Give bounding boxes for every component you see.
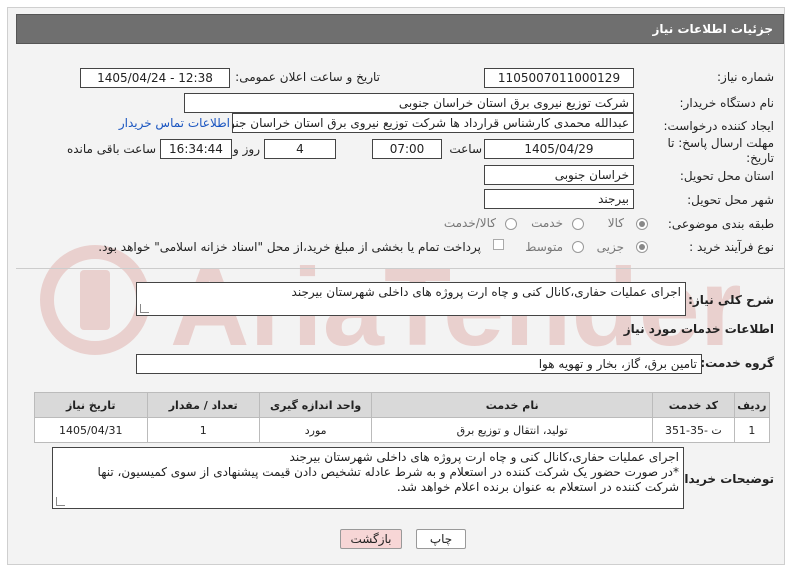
category-option-goods: کالا [607, 216, 624, 230]
summary-field: اجرای عملیات حفاری،کانال کنی و چاه ارت پ… [136, 282, 686, 316]
buyer-notes-label: توضیحات خریدار: [672, 472, 774, 486]
table-row: 1 ت -35-351 تولید، انتقال و توزیع برق مو… [34, 417, 771, 443]
buyer-contact-link[interactable]: اطلاعات تماس خریدار [119, 116, 230, 130]
table-header-row: ردیف کد خدمت نام خدمت واحد اندازه گیری ت… [34, 392, 771, 418]
col-qty: تعداد / مقدار [146, 392, 260, 418]
service-group-field: تامین برق، گاز، بخار و تهویه هوا [136, 354, 702, 374]
category-radio-service[interactable] [572, 218, 584, 230]
process-label: نوع فرآیند خرید : [689, 240, 774, 254]
remaining-days-label: روز و [233, 142, 260, 156]
deadline-date-field: 1405/04/29 [484, 139, 634, 159]
treasury-note: پرداخت تمام یا بخشی از مبلغ خرید،از محل … [98, 240, 481, 254]
buyer-notes-field: اجرای عملیات حفاری،کانال کنی و چاه ارت پ… [52, 447, 684, 509]
city-field: بیرجند [484, 189, 634, 209]
buyer-label: نام دستگاه خریدار: [679, 96, 775, 110]
service-group-label: گروه خدمت: [700, 356, 774, 370]
remaining-days-field: 4 [264, 139, 336, 159]
services-section-title: اطلاعات خدمات مورد نیاز [623, 322, 774, 336]
creator-label: ایجاد کننده درخواست: [663, 119, 774, 133]
col-row: ردیف [733, 392, 771, 418]
cell-unit: مورد [258, 417, 373, 443]
process-option-medium: متوسط [525, 240, 563, 254]
resize-handle-icon[interactable] [140, 304, 149, 313]
summary-text: اجرای عملیات حفاری،کانال کنی و چاه ارت پ… [291, 285, 681, 299]
category-radio-goods-service[interactable] [505, 218, 517, 230]
summary-label: شرح کلی نیاز: [688, 293, 774, 307]
remaining-time-field: 16:34:44 [160, 139, 232, 159]
process-option-minor: جزیی [596, 240, 624, 254]
services-table: ردیف کد خدمت نام خدمت واحد اندازه گیری ت… [34, 392, 771, 443]
category-label: طبقه بندی موضوعی: [667, 217, 774, 231]
buyer-notes-line: *در صورت حضور یک شرکت کننده در استعلام و… [97, 465, 679, 479]
category-radio-goods[interactable] [636, 218, 648, 230]
category-option-service: خدمت [531, 216, 563, 230]
treasury-checkbox[interactable] [493, 239, 504, 250]
cell-name: تولید، انتقال و توزیع برق [371, 417, 653, 443]
cell-code: ت -35-351 [651, 417, 735, 443]
col-name: نام خدمت [371, 392, 653, 418]
province-field: خراسان جنوبی [484, 165, 634, 185]
deadline-time-label: ساعت [449, 142, 482, 156]
province-label: استان محل تحویل: [679, 169, 774, 183]
buyer-notes-line: شرکت کننده در استعلام به عنوان برنده اعل… [396, 480, 679, 494]
back-button[interactable]: بازگشت [340, 529, 402, 549]
resize-handle-icon[interactable] [56, 497, 65, 506]
print-button[interactable]: چاپ [416, 529, 466, 549]
buyer-notes-line: اجرای عملیات حفاری،کانال کنی و چاه ارت پ… [289, 450, 679, 464]
announce-date-label: تاریخ و ساعت اعلان عمومی: [235, 70, 380, 84]
need-number-label: شماره نیاز: [717, 70, 774, 84]
col-code: کد خدمت [651, 392, 735, 418]
col-unit: واحد اندازه گیری [258, 392, 373, 418]
divider [16, 268, 784, 269]
cell-qty: 1 [146, 417, 260, 443]
deadline-label: مهلت ارسال پاسخ: تا تاریخ: [667, 136, 774, 165]
page-title: جزئیات اطلاعات نیاز [16, 14, 784, 44]
process-radio-medium[interactable] [572, 241, 584, 253]
creator-field: عبدالله محمدی کارشناس قرارداد ها شرکت تو… [232, 113, 634, 133]
city-label: شهر محل تحویل: [687, 193, 774, 207]
buyer-field: شرکت توزیع نیروی برق استان خراسان جنوبی [184, 93, 634, 113]
category-option-goods-service: کالا/خدمت [443, 216, 496, 230]
col-date: تاریخ نیاز [34, 392, 148, 418]
cell-row: 1 [733, 417, 771, 443]
cell-date: 1405/04/31 [34, 417, 148, 443]
remaining-time-label: ساعت باقی مانده [66, 142, 156, 156]
process-radio-minor[interactable] [636, 241, 648, 253]
deadline-time-field: 07:00 [372, 139, 442, 159]
announce-date-field: 1405/04/24 - 12:38 [80, 68, 230, 88]
need-number-field: 1105007011000129 [484, 68, 634, 88]
